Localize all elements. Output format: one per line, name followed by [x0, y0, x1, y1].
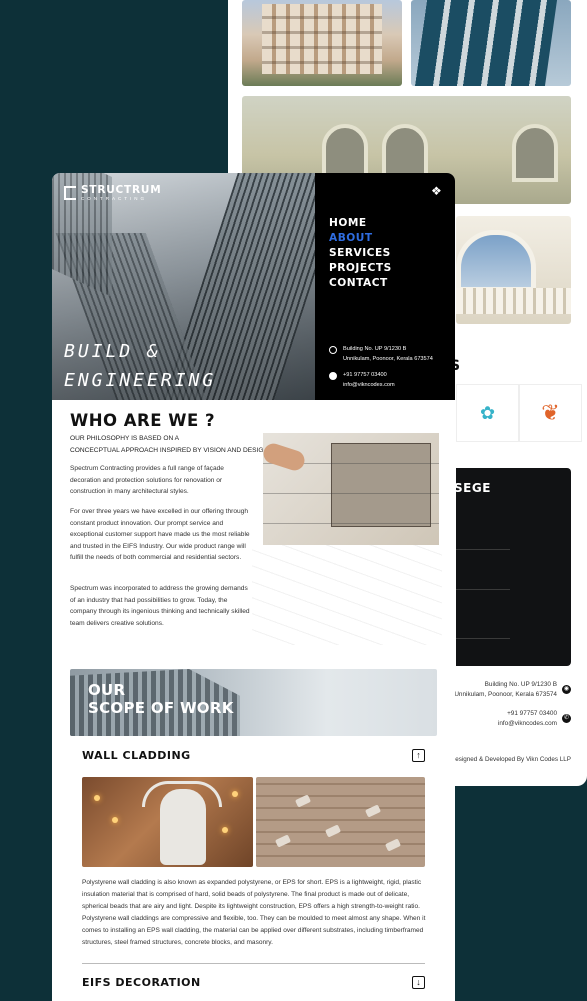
footer-address: Building No. UP 9/1230 B Unnikulam, Poono… — [454, 680, 571, 699]
phone-link[interactable]: +91 97757 03400 — [343, 371, 395, 381]
who-paragraph: Spectrum Contracting provides a full ran… — [70, 465, 224, 495]
hero-tagline: BUILD & ENGINEERING — [64, 337, 216, 395]
main-nav: HOME ABOUT SERVICES PROJECTS CONTACT — [329, 216, 392, 291]
hero-tagline-line: BUILD & — [64, 341, 161, 362]
wall-cladding-description: Polystyrene wall cladding is also known … — [82, 879, 426, 947]
scope-banner: OUR SCOPE OF WORK — [70, 669, 437, 736]
who-paragraph: Spectrum was incorporated to address the… — [70, 585, 250, 627]
accordion-title: WALL CLADDING — [82, 749, 191, 762]
client-logo-angel[interactable]: ✿ — [456, 384, 519, 442]
who-subtitle-line: OUR PHILOSOPHY IS BASED ON A — [70, 435, 180, 442]
accordion-header-wall-cladding[interactable]: WALL CLADDING ↑ — [82, 749, 425, 762]
menu-panel: ❖ HOME ABOUT SERVICES PROJECTS CONTACT B… — [315, 173, 455, 400]
wall-cladding-image-brick — [256, 777, 425, 867]
phone-icon: ✆ — [562, 714, 571, 723]
location-icon: ◉ — [562, 685, 571, 694]
phone-icon — [329, 372, 337, 380]
scope-title-line: SCOPE OF WORK — [88, 699, 234, 717]
email-link[interactable]: info@vikncodes.com — [498, 719, 557, 729]
message-title: SEGE — [454, 481, 491, 495]
project-photo-apartment[interactable] — [242, 0, 402, 86]
who-subtitle: OUR PHILOSOPHY IS BASED ON A CONCECPTUAL… — [70, 433, 268, 457]
nav-home[interactable]: HOME — [329, 216, 392, 231]
email-link[interactable]: info@vikncodes.com — [343, 381, 395, 391]
address-line: Unnikulam, Poonoor, Kerala 673574 — [454, 690, 557, 698]
wall-cladding-image-deer — [82, 777, 253, 867]
diamond-grid-icon[interactable]: ❖ — [431, 185, 443, 197]
menu-address: Building No. UP 9/1230 B Unnikulam, Poon… — [329, 345, 433, 364]
form-field-line[interactable] — [456, 549, 510, 550]
address-line: Building No. UP 9/1230 B — [343, 346, 407, 352]
who-subtitle-line: CONCECPTUAL APPROACH INSPIRED BY VISION … — [70, 447, 269, 454]
nav-projects[interactable]: PROJECTS — [329, 261, 392, 276]
scope-title: OUR SCOPE OF WORK — [88, 681, 234, 717]
hero-tagline-line: ENGINEERING — [64, 370, 217, 391]
nav-contact[interactable]: CONTACT — [329, 276, 392, 291]
footer-contact: +91 97757 03400 info@vikncodes.com ✆ — [498, 709, 571, 728]
footer-credit: Designed & Developed By Vikn Codes LLP — [450, 756, 571, 763]
accordion-divider — [82, 963, 425, 964]
message-panel — [456, 468, 571, 666]
phone-link[interactable]: +91 97757 03400 — [498, 709, 557, 719]
logo-mark-icon — [64, 186, 76, 200]
client-logo-flame[interactable]: ❦ — [519, 384, 582, 442]
accordion-title: EIFS DECORATION — [82, 976, 201, 989]
front-page: STRUCTRUM CONTRACTING BUILD & ENGINEERIN… — [52, 173, 455, 1001]
address-line: Unnikulam, Poonoor, Kerala 673574 — [343, 355, 433, 362]
logo-name: STRUCTRUM — [81, 184, 162, 196]
architecture-sketch-image — [263, 433, 439, 545]
project-photo-balcony[interactable] — [456, 216, 571, 324]
arrow-up-icon[interactable]: ↑ — [412, 749, 425, 762]
scope-title-line: OUR — [88, 681, 126, 699]
address-line: Building No. UP 9/1230 B — [484, 681, 557, 688]
nav-services[interactable]: SERVICES — [329, 246, 392, 261]
form-field-line[interactable] — [456, 638, 510, 639]
logo-subtitle: CONTRACTING — [81, 196, 147, 201]
sketch-lines — [252, 545, 442, 645]
accordion-header-eifs[interactable]: EIFS DECORATION ↓ — [82, 976, 425, 989]
who-paragraph: For over three years we have excelled in… — [70, 508, 250, 561]
project-photo-tower[interactable] — [411, 0, 571, 86]
nav-about[interactable]: ABOUT — [329, 231, 392, 246]
hero: STRUCTRUM CONTRACTING BUILD & ENGINEERIN… — [52, 173, 455, 400]
client-logos: ✿ ❦ — [456, 384, 582, 442]
location-icon — [329, 346, 337, 354]
who-title: WHO ARE WE ? — [70, 411, 216, 430]
logo[interactable]: STRUCTRUM CONTRACTING — [64, 185, 161, 201]
arrow-down-icon[interactable]: ↓ — [412, 976, 425, 989]
menu-contact: +91 97757 03400 info@vikncodes.com — [329, 371, 395, 390]
form-field-line[interactable] — [456, 589, 510, 590]
